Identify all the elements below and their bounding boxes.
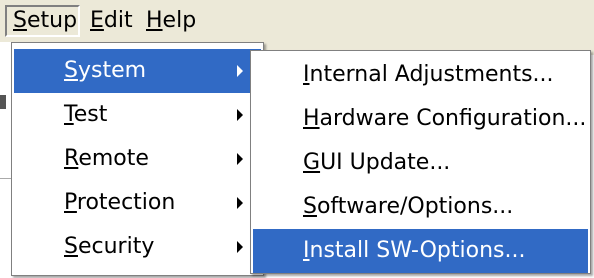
submenu-arrow-icon — [237, 65, 243, 77]
menu-item-label: nternal Adjustments... — [309, 62, 554, 87]
menu-item-label: nstall SW-Options... — [309, 238, 526, 263]
menu-item-label: oftware/Options... — [316, 194, 514, 219]
mnemonic: R — [64, 146, 79, 171]
menu-label: dit — [103, 8, 133, 33]
menu-item-hardware-configuration[interactable]: Hardware Configuration... — [253, 97, 588, 141]
mnemonic: S — [64, 58, 78, 83]
submenu-arrow-icon — [237, 241, 243, 253]
setup-dropdown: System Test Remote Protection Security — [11, 42, 264, 276]
menu-item-label: ecurity — [77, 234, 155, 259]
menu-item-label: ystem — [77, 58, 147, 83]
submenu-arrow-icon — [237, 153, 243, 165]
menu-item-internal-adjustments[interactable]: Internal Adjustments... — [253, 53, 588, 97]
background-fragment — [0, 95, 6, 109]
submenu-arrow-icon — [237, 109, 243, 121]
menu-label: etup — [26, 8, 78, 33]
menu-item-protection[interactable]: Protection — [14, 181, 261, 225]
mnemonic: P — [64, 190, 77, 215]
menu-item-label: est — [73, 102, 108, 127]
menu-setup[interactable]: Setup — [5, 5, 80, 37]
menu-item-label: rotection — [76, 190, 176, 215]
mnemonic: G — [303, 150, 321, 175]
menu-item-label: UI Update... — [320, 150, 451, 175]
mnemonic: H — [303, 106, 320, 131]
submenu-arrow-icon — [237, 197, 243, 209]
menu-item-software-options[interactable]: Software/Options... — [253, 185, 588, 229]
menu-item-security[interactable]: Security — [14, 225, 261, 269]
menu-item-label: ardware Configuration... — [319, 106, 587, 131]
mnemonic: H — [146, 8, 163, 33]
system-submenu: Internal Adjustments... Hardware Configu… — [250, 50, 591, 274]
menu-item-gui-update[interactable]: GUI Update... — [253, 141, 588, 185]
menu-bar: Setup Edit Help — [0, 0, 594, 42]
menu-help[interactable]: Help — [140, 5, 200, 37]
mnemonic: S — [64, 234, 78, 259]
menu-label: elp — [162, 8, 197, 33]
menu-edit[interactable]: Edit — [84, 5, 138, 37]
mnemonic: E — [90, 8, 104, 33]
menu-item-system[interactable]: System — [14, 49, 261, 93]
menu-item-test[interactable]: Test — [14, 93, 261, 137]
mnemonic: S — [303, 194, 317, 219]
mnemonic: T — [64, 102, 74, 127]
mnemonic: S — [13, 8, 27, 33]
menu-item-install-sw-options[interactable]: Install SW-Options... — [253, 229, 588, 273]
menu-item-remote[interactable]: Remote — [14, 137, 261, 181]
menu-item-label: emote — [78, 146, 149, 171]
